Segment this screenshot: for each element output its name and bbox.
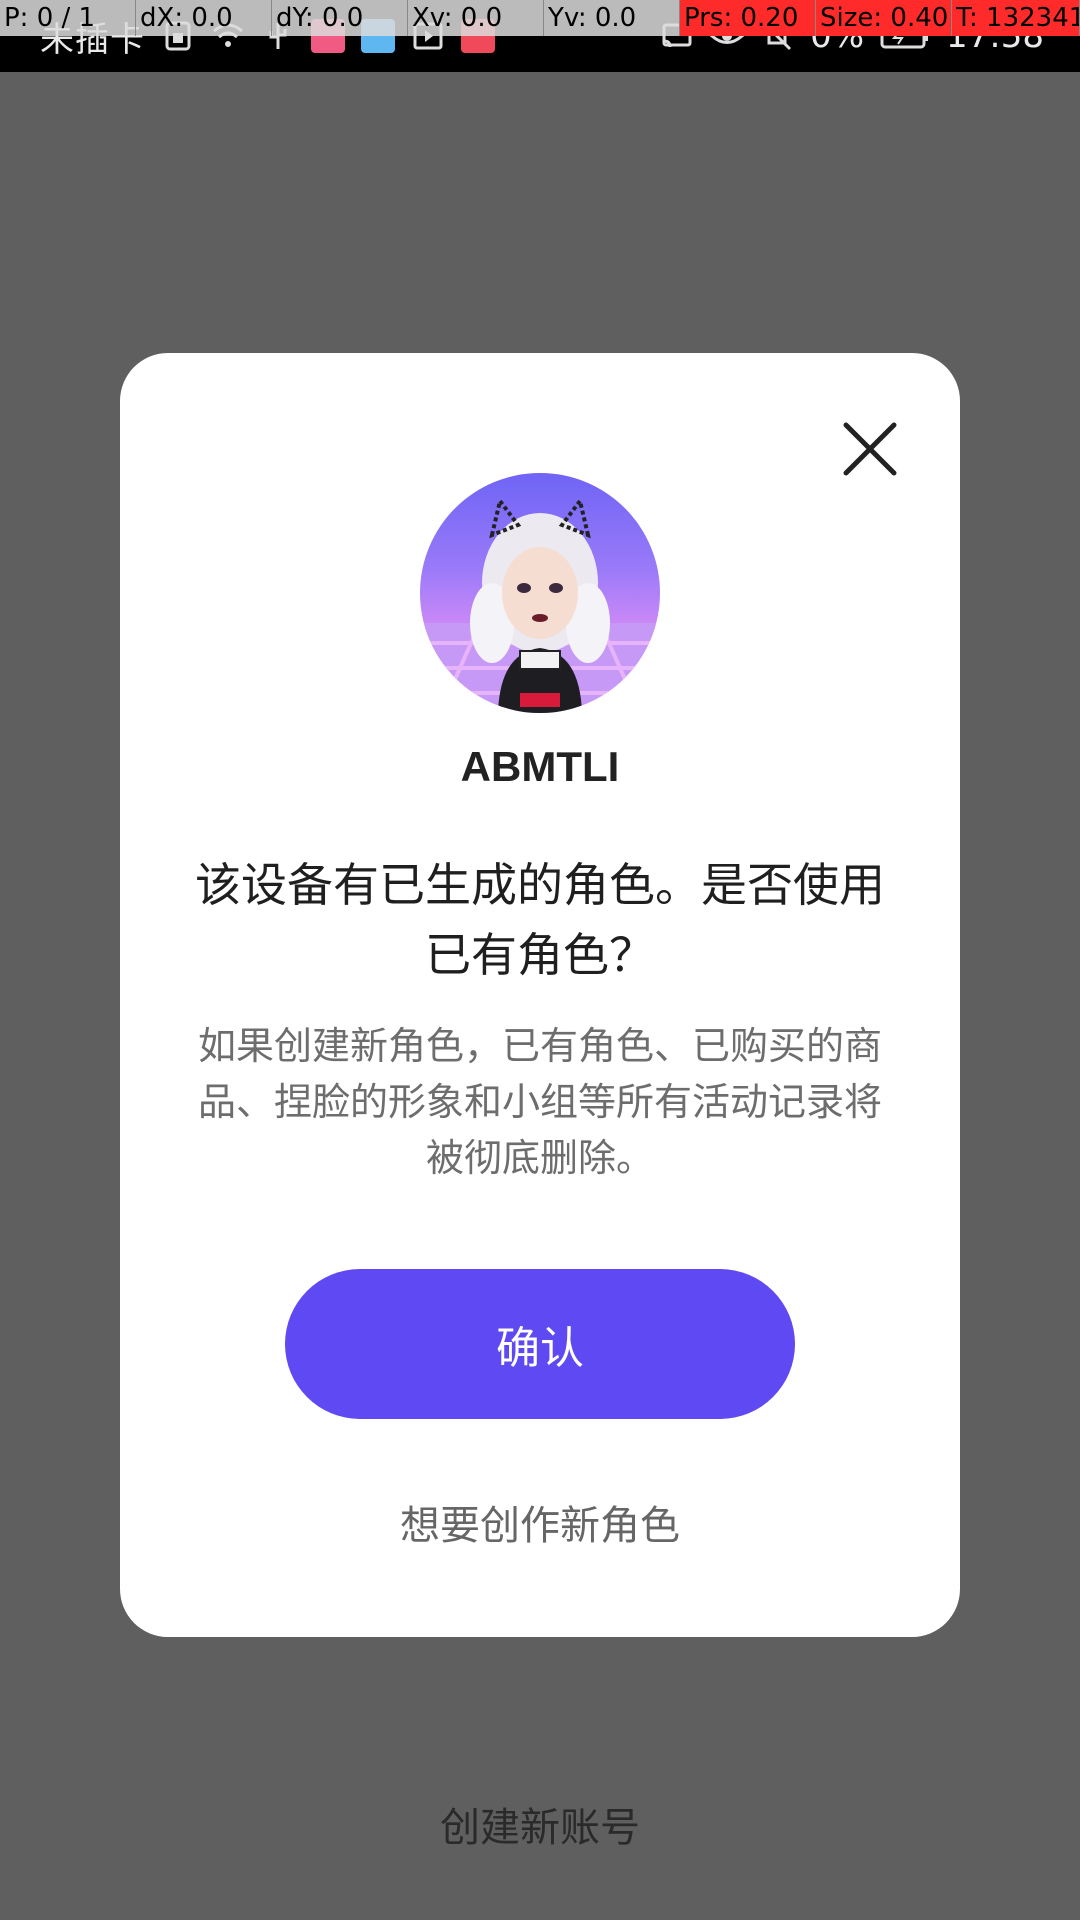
character-name: ABMTLI [460, 743, 620, 790]
debug-yv: Yv: 0.0 [544, 0, 680, 36]
avatar [420, 473, 660, 713]
debug-time: T: 132341 [952, 0, 1080, 36]
debug-pointer: P: 0 / 1 [0, 0, 136, 36]
close-icon [843, 422, 897, 476]
confirm-button[interactable]: 确认 [285, 1269, 795, 1419]
create-new-account-link[interactable]: 创建新账号 [0, 1795, 1080, 1853]
debug-size: Size: 0.40 [816, 0, 952, 36]
dialog-title: 该设备有已生成的角色。是否使用已有角色？ [195, 858, 885, 982]
debug-dy: dY: 0.0 [272, 0, 408, 36]
character-avatar-image [420, 496, 660, 713]
debug-dx: dX: 0.0 [136, 0, 272, 36]
dialog-description: 如果创建新角色，已有角色、已购买的商品、捏脸的形象和小组等所有活动记录将被彻底删… [197, 1024, 882, 1180]
confirm-button-label: 确认 [496, 1323, 584, 1374]
debug-pressure: Prs: 0.20 [680, 0, 816, 36]
debug-xv: Xv: 0.0 [408, 0, 544, 36]
create-new-character-link[interactable]: 想要创作新角色 [120, 1493, 960, 1551]
close-button[interactable] [830, 409, 910, 489]
existing-character-dialog: ABMTLI 该设备有已生成的角色。是否使用已有角色？ 如果创建新角色，已有角色… [120, 353, 960, 1637]
touch-debug-overlay: P: 0 / 1 dX: 0.0 dY: 0.0 Xv: 0.0 Yv: 0.0… [0, 0, 1080, 36]
